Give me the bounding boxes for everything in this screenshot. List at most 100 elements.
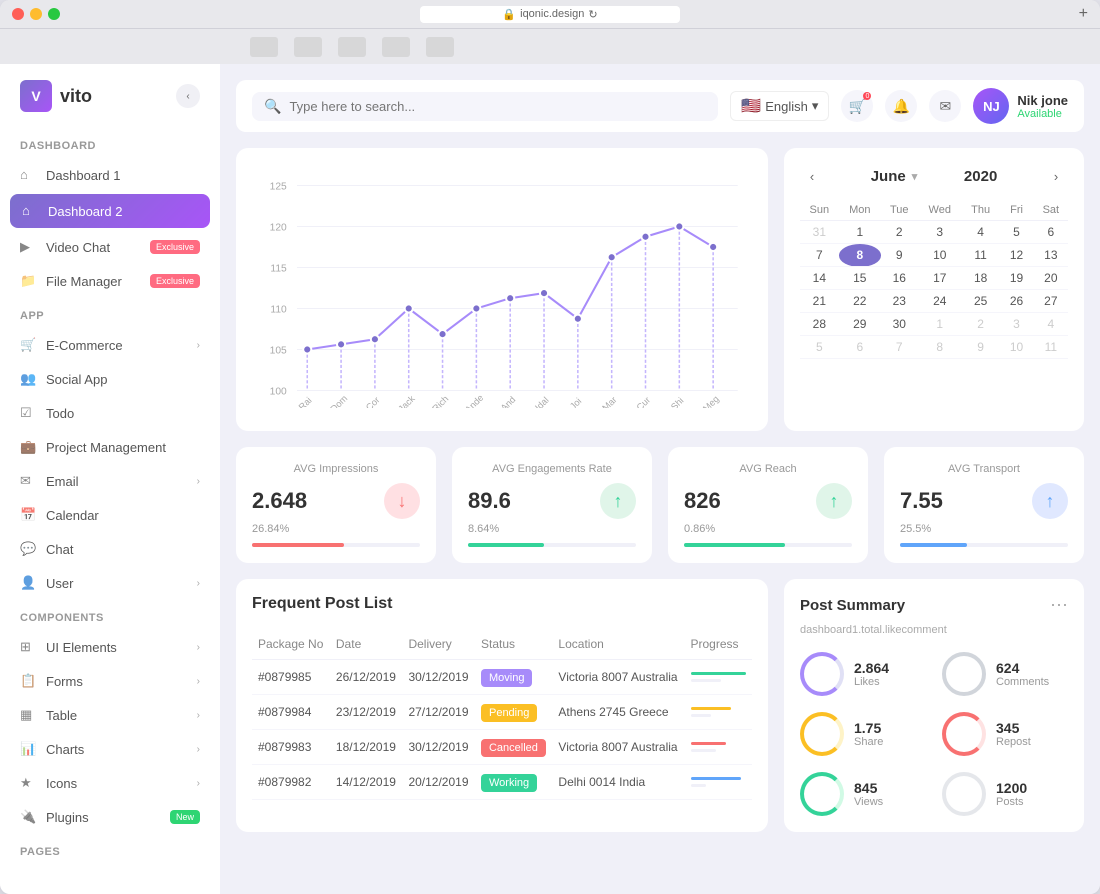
- messages-btn[interactable]: ✉: [929, 90, 961, 122]
- calendar-day[interactable]: 30: [881, 313, 918, 336]
- new-tab-btn[interactable]: +: [1079, 5, 1088, 23]
- stat-value-3: 826: [684, 488, 721, 514]
- calendar-day[interactable]: 21: [800, 290, 839, 313]
- calendar-month: June ▾: [871, 168, 918, 185]
- stat-label-2: AVG Engagements Rate: [468, 463, 636, 475]
- stat-bar-fill-4: [900, 543, 967, 547]
- post-stat-info-3: 1.75 Share: [854, 720, 883, 748]
- calendar-day[interactable]: 5: [999, 221, 1033, 244]
- calendar-day[interactable]: 1: [918, 313, 962, 336]
- tab-icon-3[interactable]: [338, 37, 366, 57]
- calendar-day[interactable]: 28: [800, 313, 839, 336]
- sidebar-item-charts[interactable]: 📊 Charts ›: [0, 732, 220, 766]
- calendar-grid: Sun Mon Tue Wed Thu Fri Sat 311234567891…: [800, 200, 1068, 359]
- calendar-day[interactable]: 3: [999, 313, 1033, 336]
- calendar-day[interactable]: 1: [839, 221, 881, 244]
- calendar-day[interactable]: 10: [918, 244, 962, 267]
- calendar-day[interactable]: 7: [800, 244, 839, 267]
- calendar-day[interactable]: 6: [839, 336, 881, 359]
- ring-posts: [942, 772, 986, 816]
- calendar-day[interactable]: 2: [881, 221, 918, 244]
- post-summary-more-btn[interactable]: ⋯: [1050, 595, 1068, 616]
- sidebar-item-ui-elements[interactable]: ⊞ UI Elements ›: [0, 630, 220, 664]
- sidebar-item-todo[interactable]: ☑ Todo: [0, 396, 220, 430]
- minimize-btn[interactable]: [30, 8, 42, 20]
- search-input[interactable]: [289, 99, 489, 114]
- sidebar-item-email[interactable]: ✉ Email ›: [0, 464, 220, 498]
- user-name: Nik jone: [1017, 93, 1068, 108]
- sidebar-item-table[interactable]: ▦ Table ›: [0, 698, 220, 732]
- tab-icon-4[interactable]: [382, 37, 410, 57]
- sidebar-item-chat[interactable]: 💬 Chat: [0, 532, 220, 566]
- language-selector[interactable]: 🇺🇸 English ▾: [730, 91, 829, 121]
- close-btn[interactable]: [12, 8, 24, 20]
- calendar-day[interactable]: 11: [1034, 336, 1068, 359]
- sidebar-item-dashboard2[interactable]: ⌂ Dashboard 2: [10, 194, 210, 228]
- calendar-day[interactable]: 12: [999, 244, 1033, 267]
- calendar-day[interactable]: 23: [881, 290, 918, 313]
- stat-value-row-3: 826 ↑: [684, 483, 852, 519]
- post-summary-title: Post Summary: [800, 597, 905, 614]
- calendar-year: 2020: [964, 168, 997, 185]
- calendar-day[interactable]: 3: [918, 221, 962, 244]
- language-label: English: [765, 99, 808, 114]
- sidebar-item-plugins[interactable]: 🔌 Plugins New: [0, 800, 220, 834]
- collapse-btn[interactable]: ‹: [176, 84, 200, 108]
- month-dropdown-icon[interactable]: ▾: [912, 170, 918, 183]
- calendar-day[interactable]: 18: [962, 267, 999, 290]
- refresh-icon[interactable]: ↻: [588, 8, 597, 21]
- sidebar-item-dashboard1[interactable]: ⌂ Dashboard 1: [0, 158, 220, 192]
- ring-repost: [942, 712, 986, 756]
- calendar-day[interactable]: 29: [839, 313, 881, 336]
- sidebar-item-project[interactable]: 💼 Project Management: [0, 430, 220, 464]
- sidebar-item-ecommerce[interactable]: 🛒 E-Commerce ›: [0, 328, 220, 362]
- calendar-day[interactable]: 5: [800, 336, 839, 359]
- calendar-day[interactable]: 19: [999, 267, 1033, 290]
- tab-icon-5[interactable]: [426, 37, 454, 57]
- calendar-day[interactable]: 14: [800, 267, 839, 290]
- calendar-day[interactable]: 2: [962, 313, 999, 336]
- calendar-day[interactable]: 17: [918, 267, 962, 290]
- calendar-day[interactable]: 13: [1034, 244, 1068, 267]
- calendar-day[interactable]: 8: [839, 244, 881, 267]
- calendar-day[interactable]: 8: [918, 336, 962, 359]
- notifications-btn[interactable]: 🔔: [885, 90, 917, 122]
- calendar-day[interactable]: 6: [1034, 221, 1068, 244]
- maximize-btn[interactable]: [48, 8, 60, 20]
- cal-next-btn[interactable]: ›: [1044, 164, 1068, 188]
- search-box[interactable]: 🔍: [252, 92, 718, 121]
- calendar-day[interactable]: 24: [918, 290, 962, 313]
- cart-btn[interactable]: 🛒 0: [841, 90, 873, 122]
- sidebar-item-icons[interactable]: ★ Icons ›: [0, 766, 220, 800]
- sidebar-item-video-chat[interactable]: ▶ Video Chat Exclusive: [0, 230, 220, 264]
- sidebar-item-file-manager[interactable]: 📁 File Manager Exclusive: [0, 264, 220, 298]
- calendar-day[interactable]: 9: [881, 244, 918, 267]
- pkg-no: #0879985: [252, 660, 330, 695]
- sidebar-item-social[interactable]: 👥 Social App: [0, 362, 220, 396]
- tab-icon-1[interactable]: [250, 37, 278, 57]
- calendar-day[interactable]: 11: [962, 244, 999, 267]
- calendar-day[interactable]: 16: [881, 267, 918, 290]
- calendar-day[interactable]: 4: [1034, 313, 1068, 336]
- calendar-day[interactable]: 7: [881, 336, 918, 359]
- url-bar[interactable]: 🔒 iqonic.design ↻: [420, 6, 680, 23]
- calendar-day[interactable]: 20: [1034, 267, 1068, 290]
- calendar-day[interactable]: 27: [1034, 290, 1068, 313]
- date: 14/12/2019: [330, 765, 403, 800]
- sidebar-item-forms[interactable]: 📋 Forms ›: [0, 664, 220, 698]
- sidebar-item-calendar[interactable]: 📅 Calendar: [0, 498, 220, 532]
- stat-bar-4: [900, 543, 1068, 547]
- calendar-day[interactable]: 22: [839, 290, 881, 313]
- calendar-day[interactable]: 25: [962, 290, 999, 313]
- calendar-day[interactable]: 4: [962, 221, 999, 244]
- calendar-day[interactable]: 10: [999, 336, 1033, 359]
- cal-header-fri: Fri: [999, 200, 1033, 221]
- calendar-day[interactable]: 9: [962, 336, 999, 359]
- stat-pct-4: 25.5%: [900, 523, 1068, 535]
- tab-icon-2[interactable]: [294, 37, 322, 57]
- cal-prev-btn[interactable]: ‹: [800, 164, 824, 188]
- calendar-day[interactable]: 31: [800, 221, 839, 244]
- calendar-day[interactable]: 26: [999, 290, 1033, 313]
- sidebar-item-user[interactable]: 👤 User ›: [0, 566, 220, 600]
- calendar-day[interactable]: 15: [839, 267, 881, 290]
